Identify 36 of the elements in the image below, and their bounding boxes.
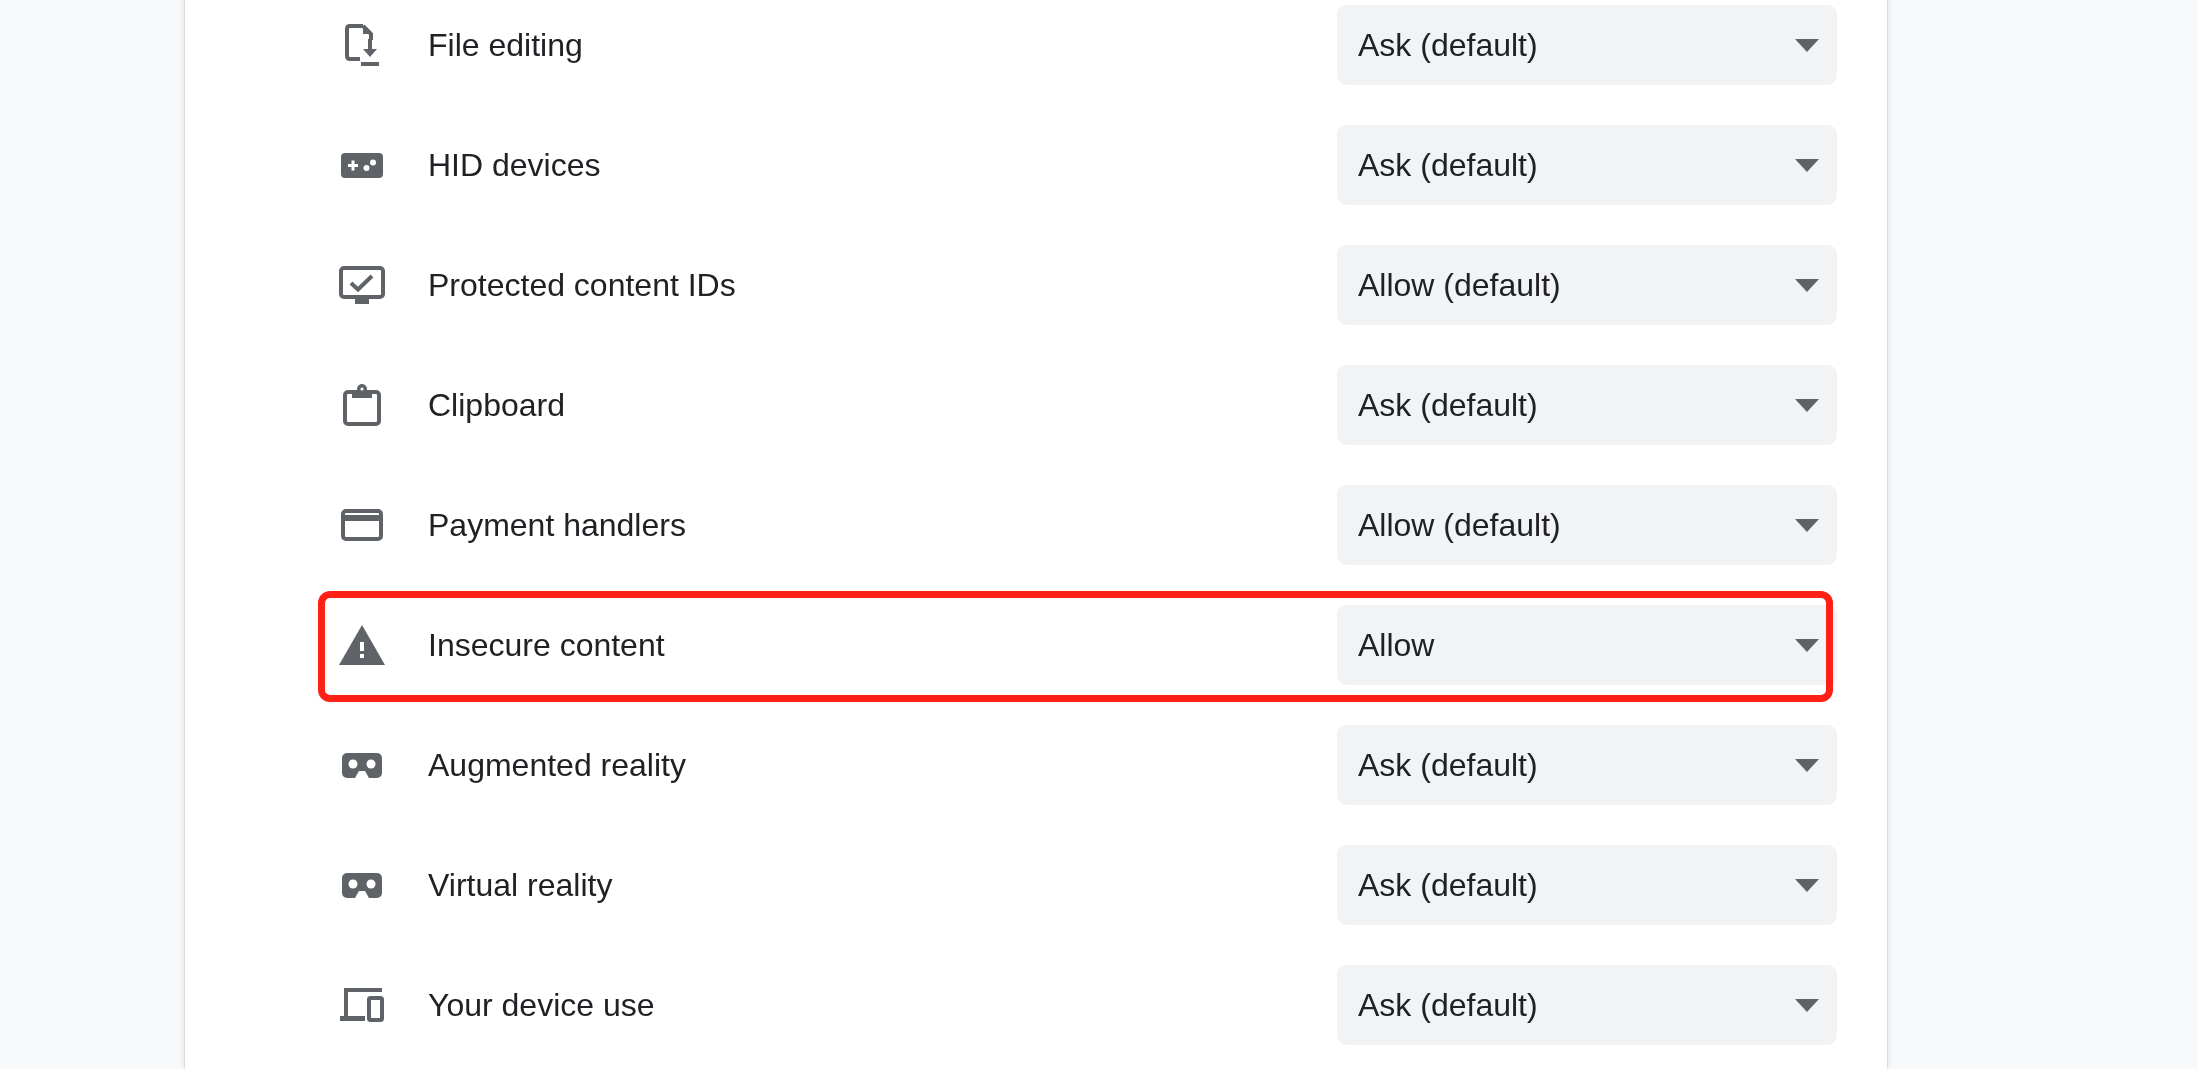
permission-dropdown[interactable]: Ask (default)	[1337, 725, 1837, 805]
caret-icon	[1795, 38, 1819, 52]
permission-label: Clipboard	[428, 386, 566, 425]
permission-dropdown[interactable]: Allow (default)	[1337, 245, 1837, 325]
goggles-icon	[342, 752, 382, 778]
permission-label: Payment handlers	[428, 506, 687, 545]
permission-dropdown[interactable]: Allow (default)	[1337, 485, 1837, 565]
permission-dropdown[interactable]: Ask (default)	[1337, 965, 1837, 1045]
permission-dropdown[interactable]: Allow	[1337, 605, 1837, 685]
caret-icon	[1795, 758, 1819, 772]
warning-icon	[339, 625, 385, 665]
permission-label: Protected content IDs	[428, 266, 737, 305]
permission-dropdown[interactable]: Ask (default)	[1337, 5, 1837, 85]
caret-icon	[1795, 638, 1819, 652]
goggles-icon	[342, 872, 382, 898]
caret-icon	[1795, 398, 1819, 412]
file-download-icon	[345, 24, 379, 66]
clipboard-icon	[343, 384, 381, 426]
permission-label: HID devices	[428, 146, 602, 185]
caret-icon	[1795, 518, 1819, 532]
permission-dropdown[interactable]: Ask (default)	[1337, 125, 1837, 205]
monitor-check-icon	[339, 266, 385, 304]
permission-label: Your device use	[428, 986, 656, 1025]
caret-icon	[1795, 998, 1819, 1012]
laptop-phone-icon	[340, 988, 384, 1022]
permission-label: File editing	[428, 26, 584, 65]
credit-card-icon	[341, 509, 383, 541]
caret-icon	[1795, 158, 1819, 172]
permission-label: Virtual reality	[428, 866, 614, 905]
permission-dropdown[interactable]: Ask (default)	[1337, 845, 1837, 925]
permission-label: Augmented reality	[428, 746, 687, 785]
permission-dropdown[interactable]: Ask (default)	[1337, 365, 1837, 445]
caret-icon	[1795, 878, 1819, 892]
permission-label: Insecure content	[428, 626, 666, 665]
caret-icon	[1795, 278, 1819, 292]
gamepad-icon	[341, 152, 383, 178]
